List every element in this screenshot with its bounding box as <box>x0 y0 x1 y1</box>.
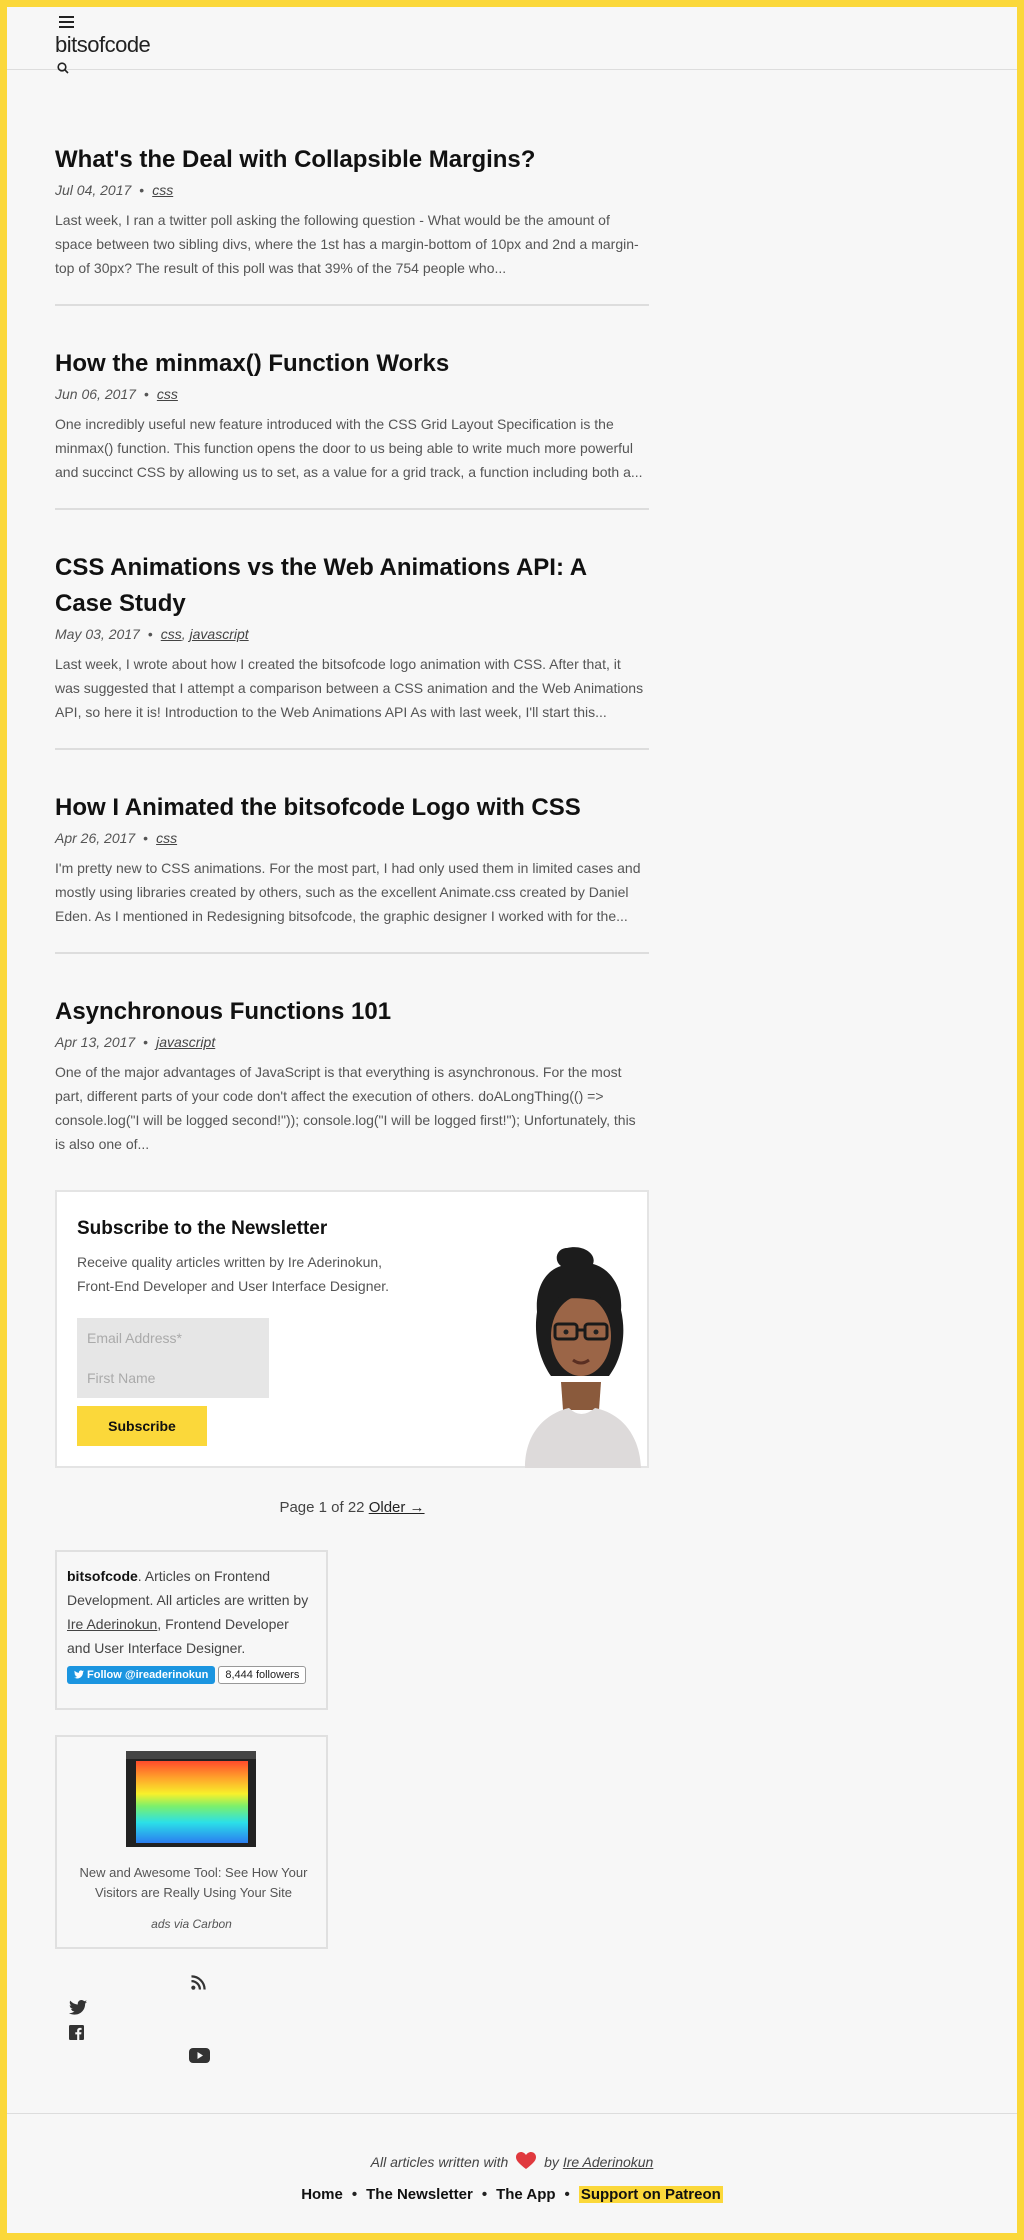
twitter-follow-label: Follow @ireaderinokun <box>87 1669 209 1681</box>
footer-link-home[interactable]: Home <box>301 2186 343 2203</box>
about-site-name: bitsofcode <box>67 1568 138 1584</box>
twitter-icon[interactable] <box>69 2000 87 2015</box>
post-meta: Jun 06, 2017 • css <box>55 386 178 402</box>
footer-link-app[interactable]: The App <box>496 2186 555 2203</box>
first-name-field[interactable] <box>77 1358 269 1398</box>
post-title[interactable]: What's the Deal with Collapsible Margins… <box>55 146 535 173</box>
search-icon[interactable] <box>57 62 69 74</box>
site-footer: All articles written with by Ire Aderino… <box>7 2113 1017 2233</box>
post-date: Jul 04, 2017 <box>55 182 132 198</box>
author-avatar-illustration <box>525 1247 641 1468</box>
post-excerpt: Last week, I wrote about how I created t… <box>55 656 644 720</box>
post-excerpt: I'm pretty new to CSS animations. For th… <box>55 860 641 924</box>
newsletter-title: Subscribe to the Newsletter <box>77 1218 328 1239</box>
author-link[interactable]: Ire Aderinokun <box>67 1616 157 1632</box>
post-tag[interactable]: css <box>161 626 182 642</box>
heart-icon <box>516 2152 537 2169</box>
post-meta: Jul 04, 2017 • css <box>55 182 174 198</box>
subscribe-button[interactable]: Subscribe <box>77 1406 207 1446</box>
post-title[interactable]: How I Animated the bitsofcode Logo with … <box>55 794 581 821</box>
newsletter-description: Receive quality articles written by Ire … <box>77 1254 390 1294</box>
post-date: Jun 06, 2017 <box>55 386 136 402</box>
post-excerpt: One incredibly useful new feature introd… <box>55 416 643 480</box>
post-excerpt: One of the major advantages of JavaScrip… <box>55 1064 636 1152</box>
ad-via[interactable]: ads via Carbon <box>57 1917 326 1931</box>
post-item: How the minmax() Function Works Jun 06, … <box>55 346 649 510</box>
footer-nav: Home • The Newsletter • The App • Support on P… <box>301 2186 723 2203</box>
about-text: bitsofcode. Articles on Frontend Develop… <box>67 1564 316 1660</box>
about-box: bitsofcode. Articles on Frontend Develop… <box>55 1550 328 1710</box>
post-tag[interactable]: css <box>156 830 177 846</box>
footer-link-newsletter[interactable]: The Newsletter <box>366 2186 473 2203</box>
ad-image[interactable] <box>126 1751 256 1847</box>
post-item: How I Animated the bitsofcode Logo with … <box>55 790 649 954</box>
post-meta: Apr 26, 2017 • css <box>55 830 178 846</box>
post-meta: Apr 13, 2017 • javascript <box>55 1034 216 1050</box>
post-tag[interactable]: css <box>157 386 178 402</box>
youtube-icon[interactable] <box>189 2048 210 2063</box>
credit-prefix: All articles written with <box>370 2154 509 2170</box>
post-item: CSS Animations vs the Web Animations API… <box>55 550 649 750</box>
post-title[interactable]: Asynchronous Functions 101 <box>55 998 391 1025</box>
post-date: Apr 26, 2017 <box>55 830 136 846</box>
site-header: bitsofcode <box>7 7 1017 74</box>
credit-by: by <box>544 2154 559 2170</box>
rss-icon[interactable] <box>191 1975 206 1990</box>
ad-text[interactable]: New and Awesome Tool: See How Your Visit… <box>77 1863 310 1903</box>
twitter-icon <box>74 1670 84 1679</box>
page-indicator: Page 1 of 22 <box>279 1499 365 1516</box>
post-title[interactable]: How the minmax() Function Works <box>55 350 449 377</box>
twitter-follow-button[interactable]: Follow @ireaderinokun <box>67 1666 216 1684</box>
post-date: Apr 13, 2017 <box>55 1034 136 1050</box>
post-divider <box>55 508 649 510</box>
site-logo[interactable]: bitsofcode <box>55 32 151 58</box>
footer-author-link[interactable]: Ire Aderinokun <box>563 2154 654 2170</box>
post-item: Asynchronous Functions 101 Apr 13, 2017 •… <box>55 994 649 1156</box>
facebook-icon[interactable] <box>69 2025 84 2040</box>
post-excerpt: Last week, I ran a twitter poll asking t… <box>55 212 639 276</box>
post-divider <box>55 748 649 750</box>
menu-icon[interactable] <box>59 16 74 28</box>
post-tag[interactable]: css <box>152 182 173 198</box>
post-meta: May 03, 2017 • css, javascript <box>55 626 249 642</box>
post-item: What's the Deal with Collapsible Margins… <box>55 142 649 306</box>
footer-credit: All articles written with by Ire Aderino… <box>7 2152 1017 2170</box>
post-date: May 03, 2017 <box>55 626 140 642</box>
email-field[interactable] <box>77 1318 269 1358</box>
footer-link-patreon[interactable]: Support on Patreon <box>578 2186 723 2203</box>
older-link[interactable]: Older → <box>369 1499 425 1516</box>
post-divider <box>55 304 649 306</box>
followers-count[interactable]: 8,444 followers <box>218 1666 307 1684</box>
post-tag[interactable]: javascript <box>156 1034 215 1050</box>
pagination: Page 1 of 22 Older → <box>55 1499 649 1516</box>
post-divider <box>55 952 649 954</box>
post-tag[interactable]: javascript <box>190 626 249 642</box>
carbon-ad[interactable]: New and Awesome Tool: See How Your Visit… <box>55 1735 328 1949</box>
newsletter-box: Subscribe to the Newsletter Receive qual… <box>55 1190 649 1468</box>
post-title[interactable]: CSS Animations vs the Web Animations API… <box>55 554 586 617</box>
